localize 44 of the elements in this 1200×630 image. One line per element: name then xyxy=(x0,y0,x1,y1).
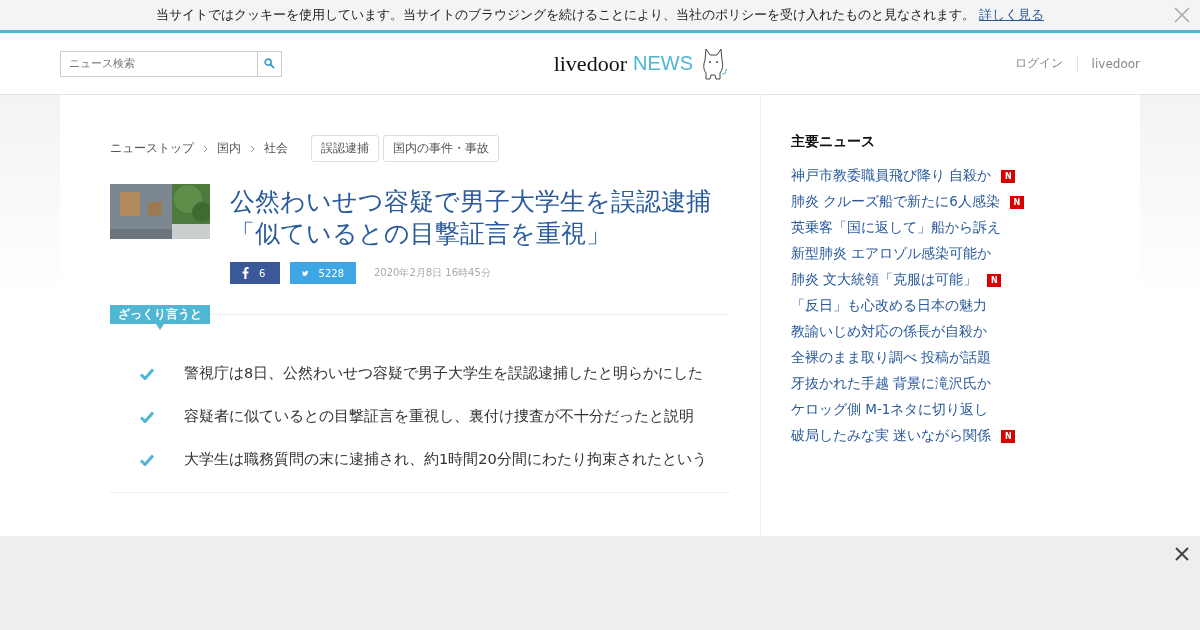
news-link[interactable]: 破局したみな実 迷いながら関係 xyxy=(791,427,992,445)
check-icon xyxy=(140,367,154,380)
summary-point: 大学生は職務質問の末に逮捕され、約1時間20分間にわたり拘束されたという xyxy=(184,450,707,469)
chevron-icon xyxy=(250,144,255,153)
news-link[interactable]: 新型肺炎 エアロゾル感染可能か xyxy=(791,245,992,263)
new-badge: N xyxy=(1001,169,1016,183)
details-link[interactable]: 詳しく見る xyxy=(979,6,1044,24)
news-link[interactable]: 全裸のまま取り調べ 投稿が話題 xyxy=(791,349,992,367)
new-badge: N xyxy=(1009,195,1024,209)
sidebar-title: 主要ニュース xyxy=(791,133,876,151)
breadcrumb-link[interactable]: ニューストップ xyxy=(110,140,194,157)
cookie-message: 当サイトではクッキーを使用しています。当サイトのブラウジングを続けることにより、当社のポリシーを受け入れたものと見なされます。 xyxy=(156,6,975,24)
pointer-icon xyxy=(156,324,164,330)
tag[interactable]: 誤認逮捕 xyxy=(311,135,379,162)
news-link[interactable]: ケロッグ側 M-1ネタに切り返し xyxy=(791,401,989,419)
new-badge: N xyxy=(987,273,1002,287)
check-icon xyxy=(140,453,154,466)
publish-date: 2020年2月8日 16時45分 xyxy=(374,266,491,280)
news-link[interactable]: 神戸市教委職員飛び降り 自殺か xyxy=(791,167,992,185)
facebook-share-button[interactable]: 6 xyxy=(230,262,280,284)
new-badge: N xyxy=(1001,429,1016,443)
news-link[interactable]: 肺炎 クルーズ船で新たに6人感染 xyxy=(791,193,1000,211)
search-button[interactable] xyxy=(258,50,282,77)
header-link[interactable]: ログイン xyxy=(1000,55,1077,72)
header-link[interactable]: livedoor xyxy=(1076,56,1140,71)
summary-point: 容疑者に似ているとの目撃証言を重視し、裏付け捜査が不十分だったと説明 xyxy=(184,407,694,426)
search-icon xyxy=(264,58,275,69)
facebook-icon xyxy=(242,267,249,279)
summary-label: ざっくり言うと xyxy=(110,305,210,324)
tag[interactable]: 国内の事件・事故 xyxy=(383,135,499,162)
close-icon[interactable] xyxy=(1174,546,1190,562)
chevron-icon xyxy=(203,144,208,153)
summary-point: 警視庁は8日、公然わいせつ容疑で男子大学生を誤認逮捕したと明らかにした xyxy=(184,364,704,383)
check-icon xyxy=(140,410,154,423)
news-link[interactable]: 英乗客「国に返して」船から訴え xyxy=(791,219,1001,237)
news-link[interactable]: 「反日」も心改める日本の魅力 xyxy=(791,297,987,315)
news-link[interactable]: 牙抜かれた手越 背景に滝沢氏か xyxy=(791,375,992,393)
news-link[interactable]: 教諭いじめ対応の係長が自殺か xyxy=(791,323,987,341)
search-field[interactable]: ニュース検索 xyxy=(60,50,258,77)
breadcrumb-link[interactable]: 社会 xyxy=(264,140,288,157)
logo-text[interactable]: livedoor xyxy=(553,50,627,77)
news-link[interactable]: 肺炎 文大統領「克服は可能」 xyxy=(791,271,978,289)
breadcrumb-link[interactable]: 国内 xyxy=(217,140,241,157)
article-title: 公然わいせつ容疑で男子大学生を誤認逮捕「似ているとの目撃証言を重視」 xyxy=(230,186,712,250)
